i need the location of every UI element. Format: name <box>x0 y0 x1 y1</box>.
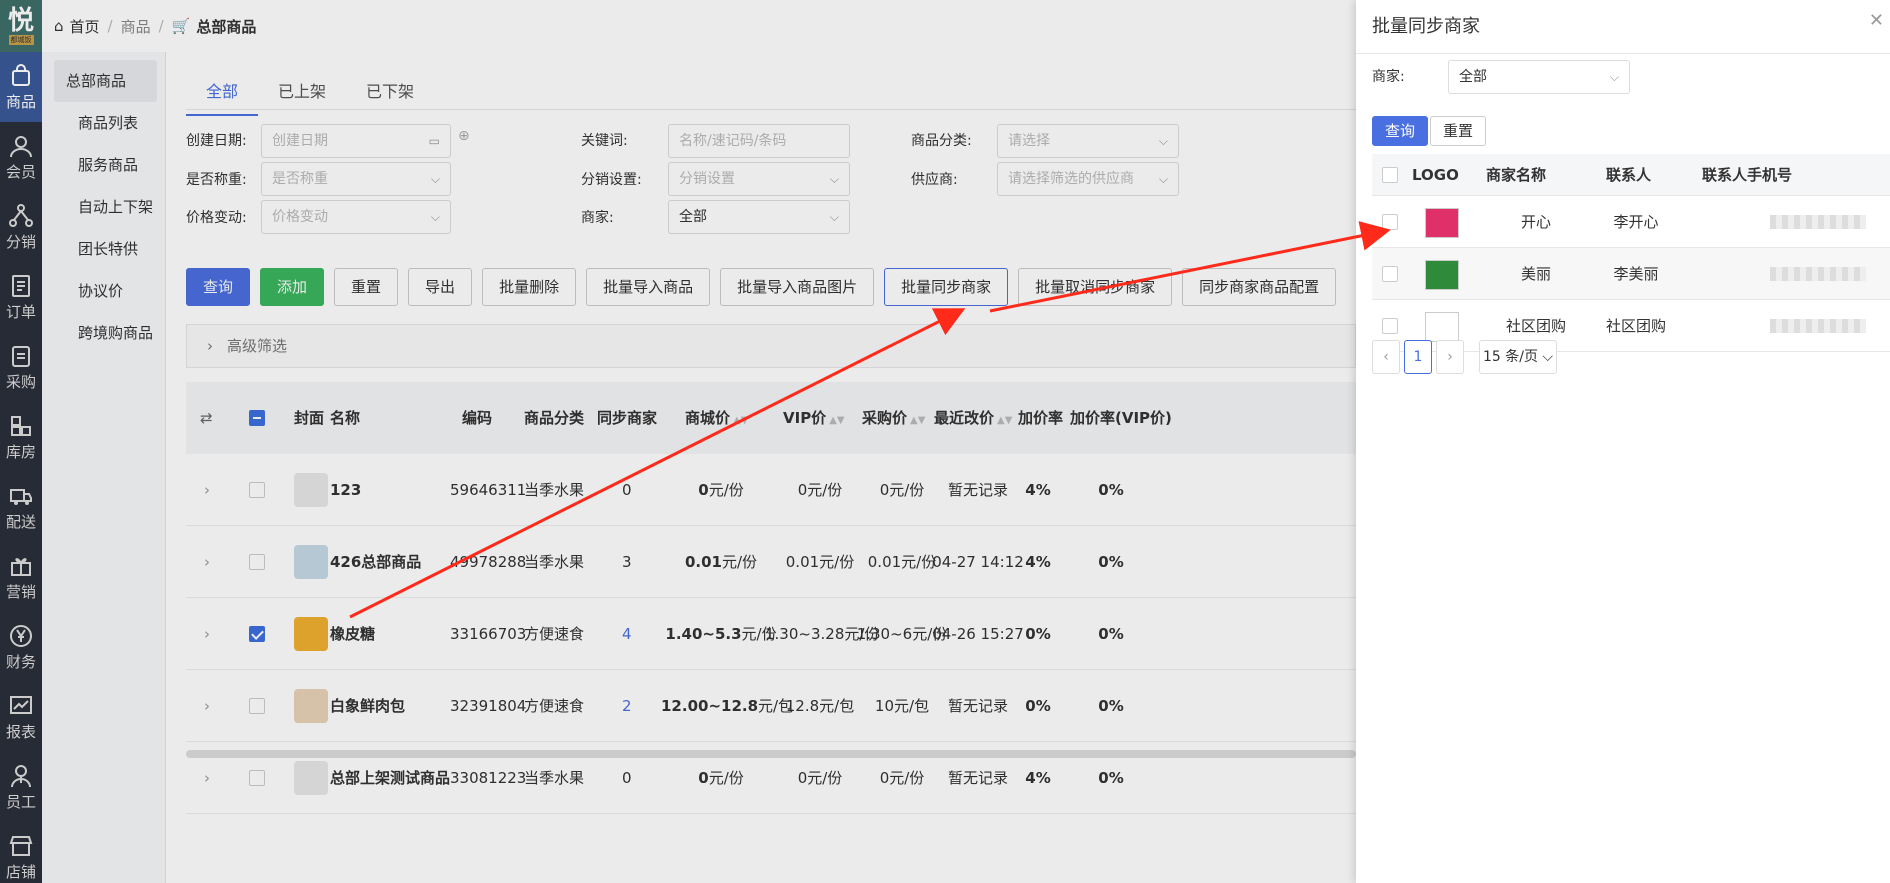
annotation-arrows <box>349 221 1391 619</box>
annotation-arrow-to-drawer-table <box>989 221 1391 313</box>
annotation-arrow-to-sync-button <box>349 308 966 619</box>
